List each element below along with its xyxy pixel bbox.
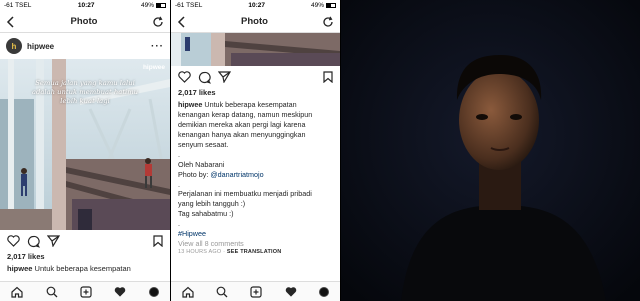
activity-heart-icon[interactable] (114, 286, 126, 298)
caption-text: Untuk beberapa kesempatan (34, 264, 131, 273)
carrier-label: -61 TSEL (4, 2, 32, 9)
comment-icon[interactable] (27, 235, 40, 248)
post-actions (171, 66, 340, 88)
post-timestamp: 13 HOURS AGO (178, 249, 222, 256)
post-username[interactable]: hipwee (27, 42, 146, 51)
caption: hipwee Untuk beberapa kesempatan (0, 261, 170, 274)
bottom-tab-bar (0, 281, 170, 301)
post-photo[interactable]: hipwee Semua jalan yang kamu lalui adala… (0, 59, 170, 230)
caption-line: Untuk beberapa kesempatan (204, 100, 297, 109)
chevron-left-icon[interactable] (6, 15, 16, 28)
battery-percent: 49% (140, 2, 154, 9)
portrait-illustration (341, 0, 640, 301)
tag-line: Tag sahabatmu :) (178, 209, 234, 219)
activity-heart-icon[interactable] (285, 286, 297, 298)
caption-username[interactable]: hipwee (7, 264, 32, 273)
page-title: Photo (241, 16, 268, 27)
likes-count[interactable]: 2,017 likes (0, 252, 170, 261)
page-title: Photo (70, 16, 98, 27)
likes-count[interactable]: 2,017 likes (171, 88, 340, 97)
status-right: 49% (141, 2, 166, 9)
photographer-mention-link[interactable]: @danartriatmojo (210, 170, 263, 179)
bridge-scene-crop (171, 33, 340, 66)
bookmark-icon[interactable] (323, 71, 333, 83)
bottom-tab-bar (171, 281, 340, 301)
refresh-icon[interactable] (152, 15, 164, 28)
clock: 10:27 (77, 2, 95, 9)
comment-icon[interactable] (198, 71, 211, 84)
caption-line: senyum sesaat. (178, 139, 229, 149)
caption-username[interactable]: hipwee (178, 100, 202, 109)
photo-quote-text: Semua jalan yang kamu lalui adalah untuk… (31, 79, 139, 105)
author-line: Oleh Nabarani (178, 159, 225, 169)
post-header: h hipwee ··· (0, 33, 170, 59)
home-icon[interactable] (182, 286, 194, 298)
separator-dot: . (178, 149, 180, 159)
caption-line: demikian mereka akan pergi lagi karena (178, 119, 306, 129)
navigation-bar: Photo (0, 11, 170, 33)
see-translation-link[interactable]: SEE TRANSLATION (227, 249, 282, 255)
search-icon[interactable] (46, 286, 58, 298)
add-post-icon[interactable] (80, 285, 92, 298)
caption-body: hipwee Untuk beberapa kesempatan kenanga… (171, 100, 340, 257)
photo-by-label: Photo by: (178, 169, 209, 179)
status-bar: -61 TSEL 10:27 49% (171, 0, 340, 11)
navigation-bar: Photo (171, 11, 340, 33)
left-phone-screen: -61 TSEL 10:27 49% Photo h hipwee ··· hi… (0, 0, 170, 301)
send-icon[interactable] (218, 71, 231, 83)
reflection-line: yang lebih tangguh :) (178, 199, 246, 209)
portrait-photo (341, 0, 640, 301)
send-icon[interactable] (47, 235, 60, 247)
status-bar: -61 TSEL 10:27 49% (0, 0, 170, 11)
photo-watermark: hipwee (142, 64, 165, 71)
refresh-icon[interactable] (322, 15, 334, 28)
battery-percent: 49% (310, 2, 324, 9)
profile-icon[interactable] (148, 286, 159, 297)
bookmark-icon[interactable] (153, 235, 163, 247)
caption-line: kenangan hanya akan menyunggingkan (178, 129, 306, 139)
chevron-left-icon[interactable] (177, 15, 187, 28)
battery-icon (155, 3, 166, 8)
hashtag-link[interactable]: #Hipwee (178, 229, 333, 239)
profile-icon[interactable] (318, 286, 329, 297)
carrier-label: -61 TSEL (175, 2, 203, 9)
post-photo[interactable] (171, 33, 340, 66)
heart-icon[interactable] (178, 71, 191, 83)
heart-icon[interactable] (7, 235, 20, 247)
separator-dot: . (178, 179, 180, 189)
caption-line: kenangan kerap datang, namun meskipun (178, 109, 313, 119)
view-comments-link[interactable]: View all 8 comments (178, 239, 333, 249)
avatar[interactable]: h (6, 38, 22, 54)
search-icon[interactable] (216, 286, 228, 298)
reflection-line: Perjalanan ini membuatku menjadi pribadi (178, 189, 312, 199)
more-options-icon[interactable]: ··· (151, 41, 164, 52)
home-icon[interactable] (11, 286, 23, 298)
separator-dot: . (178, 219, 180, 229)
status-right: 49% (311, 2, 336, 9)
add-post-icon[interactable] (250, 285, 263, 298)
battery-icon (325, 3, 336, 8)
clock: 10:27 (248, 2, 265, 9)
post-actions (0, 230, 170, 252)
right-phone-screen: -61 TSEL 10:27 49% Photo 2,017 likes hip… (171, 0, 340, 301)
